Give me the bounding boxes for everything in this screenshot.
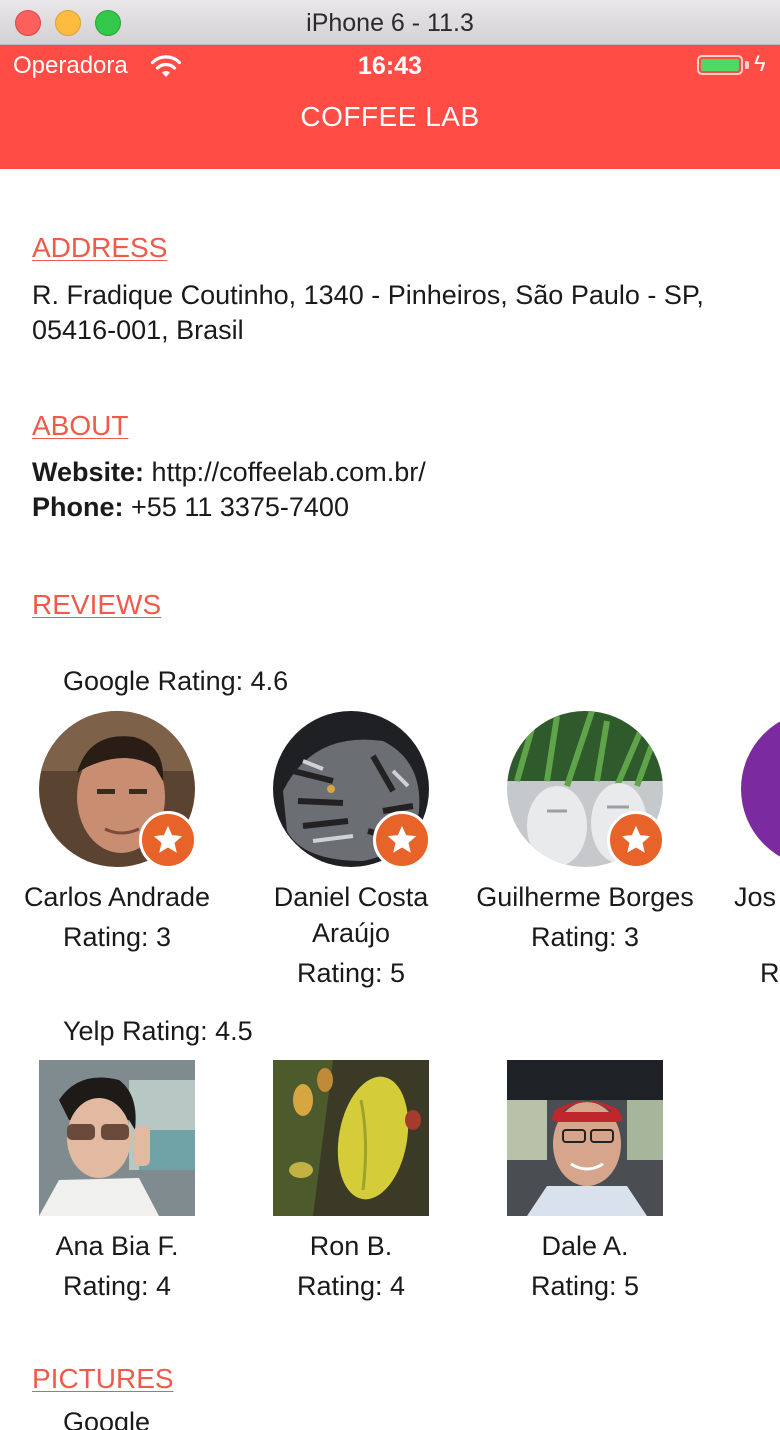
google-reviewer-card[interactable]: Jos Ra xyxy=(702,711,780,991)
reviews-heading[interactable]: REVIEWS xyxy=(32,589,161,621)
phone-link[interactable]: +55 11 3375-7400 xyxy=(131,492,349,522)
reviewer-rating: Rating: 3 xyxy=(62,922,172,952)
battery-icon xyxy=(697,55,743,75)
reviewer-name: Ana Bia F. xyxy=(55,1231,179,1261)
charging-bolt-icon: ϟ xyxy=(754,51,766,76)
phone-line: Phone: +55 11 3375-7400 xyxy=(32,490,752,525)
reviewer-avatar xyxy=(507,1060,663,1216)
pictures-heading[interactable]: PICTURES xyxy=(32,1363,174,1395)
google-reviewer-card[interactable]: Daniel Costa Araújo Rating: 5 xyxy=(234,711,468,991)
address-heading[interactable]: ADDRESS xyxy=(32,232,167,264)
yelp-reviewer-card[interactable]: Ron B. Rating: 4 xyxy=(234,1060,468,1304)
about-heading[interactable]: ABOUT xyxy=(32,410,128,442)
reviewer-rating: Rating: 4 xyxy=(296,1271,406,1301)
address-text: R. Fradique Coutinho, 1340 - Pinheiros, … xyxy=(32,280,704,345)
simulator-titlebar: iPhone 6 - 11.3 xyxy=(0,0,780,45)
reviewer-rating: Rating: 3 xyxy=(530,922,640,952)
yelp-reviewer-card[interactable]: Dale A. Rating: 5 xyxy=(468,1060,702,1304)
reviewer-name: Daniel Costa Araújo xyxy=(273,882,429,948)
reviewer-name: Ron B. xyxy=(309,1231,393,1261)
battery-tip xyxy=(745,61,749,69)
clock: 16:43 xyxy=(358,52,422,80)
website-line: Website: http://coffeelab.com.br/ xyxy=(32,455,752,490)
phone-label: Phone: xyxy=(32,492,124,522)
star-badge-icon xyxy=(607,811,665,869)
nav-title: COFFEE LAB xyxy=(300,101,480,132)
reviewer-rating: Rating: 5 xyxy=(296,958,406,988)
reviewer-name: Carlos Andrade xyxy=(23,882,211,912)
website-label: Website: xyxy=(32,457,145,487)
website-link[interactable]: http://coffeelab.com.br/ xyxy=(152,457,426,487)
reviewer-rating: Rating: 5 xyxy=(530,1271,640,1301)
reviewer-name: Dale A. xyxy=(541,1231,629,1261)
app-header: Operadora 16:43 ϟ COFFEE LAB xyxy=(0,45,780,169)
google-reviewer-card[interactable]: Guilherme Borges Rating: 3 xyxy=(468,711,702,955)
detail-content[interactable]: ADDRESS R. Fradique Coutinho, 1340 - Pin… xyxy=(0,169,780,1430)
reviewer-rating: Ra xyxy=(760,958,780,988)
reviewer-name: Guilherme Borges xyxy=(476,882,694,912)
yelp-rating-title: Yelp Rating: 4.5 xyxy=(63,1016,253,1046)
google-reviewer-card[interactable]: Carlos Andrade Rating: 3 xyxy=(0,711,234,955)
pictures-google-label: Google xyxy=(63,1407,151,1430)
reviewer-avatar xyxy=(741,711,780,867)
reviewer-rating: Rating: 4 xyxy=(62,1271,172,1301)
reviewer-avatar xyxy=(39,1060,195,1216)
google-rating-title: Google Rating: 4.6 xyxy=(63,666,289,696)
star-badge-icon xyxy=(139,811,197,869)
yelp-reviewer-card[interactable]: Ana Bia F. Rating: 4 xyxy=(0,1060,234,1304)
star-badge-icon xyxy=(373,811,431,869)
reviewer-avatar xyxy=(273,1060,429,1216)
reviewer-name: Jos xyxy=(734,882,777,912)
window-title: iPhone 6 - 11.3 xyxy=(306,9,474,37)
